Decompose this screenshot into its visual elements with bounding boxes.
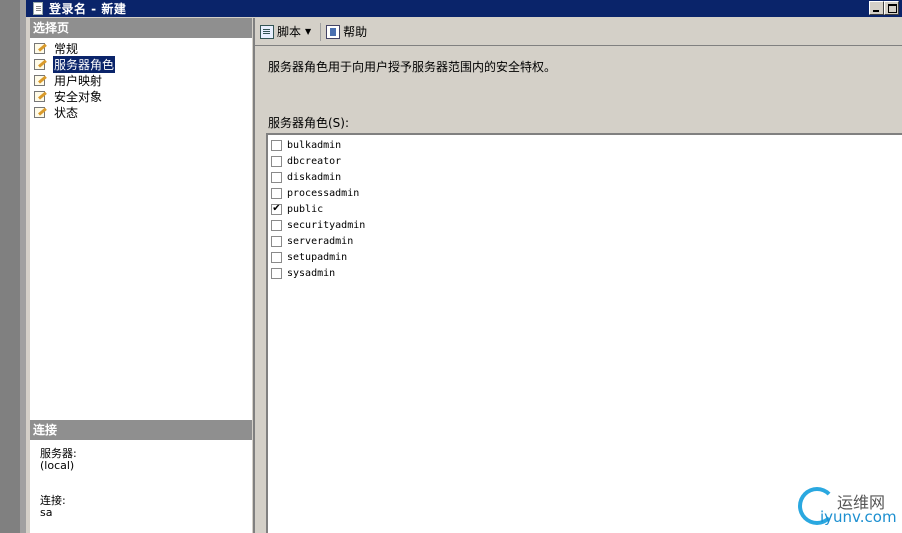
role-row-setupadmin[interactable]: setupadmin bbox=[268, 249, 902, 265]
page-item-label: 状态 bbox=[54, 105, 79, 120]
script-button[interactable]: 脚本 ▼ bbox=[257, 22, 318, 42]
window-title: 登录名 - 新建 bbox=[49, 2, 127, 16]
role-checkbox[interactable] bbox=[271, 155, 282, 167]
minimize-button[interactable] bbox=[869, 1, 884, 15]
connection-info: 服务器: (local) 连接: sa bbox=[30, 440, 252, 533]
role-row-processadmin[interactable]: processadmin bbox=[268, 185, 902, 201]
role-name: serveradmin bbox=[287, 235, 354, 247]
role-row-diskadmin[interactable]: diskadmin bbox=[268, 169, 902, 185]
script-icon bbox=[260, 24, 274, 39]
server-roles-label: 服务器角色(S): bbox=[268, 116, 350, 130]
connection-label: 连接: bbox=[40, 494, 66, 507]
select-page-header: 选择页 bbox=[30, 18, 252, 38]
page-item-user-mapping[interactable]: 用户映射 bbox=[30, 72, 252, 88]
role-name: dbcreator bbox=[287, 155, 342, 167]
role-checkbox[interactable] bbox=[271, 235, 282, 247]
role-checkbox[interactable] bbox=[271, 171, 282, 183]
page-item-general[interactable]: 常规 bbox=[30, 40, 252, 56]
page-item-status[interactable]: 状态 bbox=[30, 104, 252, 120]
watermark-en: iyunv.com bbox=[820, 508, 897, 526]
background-window-edge bbox=[0, 0, 26, 533]
role-row-public[interactable]: ✔ public bbox=[268, 201, 902, 217]
toolbar-separator bbox=[320, 22, 322, 41]
page-icon bbox=[33, 58, 48, 71]
role-name: securityadmin bbox=[287, 219, 366, 231]
connection-header: 连接 bbox=[30, 420, 252, 440]
page-icon bbox=[33, 106, 48, 119]
title-bar: 登录名 - 新建 bbox=[26, 0, 902, 17]
page-item-label: 常规 bbox=[54, 41, 79, 56]
role-name: bulkadmin bbox=[287, 139, 342, 151]
role-checkbox[interactable] bbox=[271, 187, 282, 199]
role-name: diskadmin bbox=[287, 171, 342, 183]
server-roles-list: bulkadmin dbcreator diskadmin processadm… bbox=[266, 133, 902, 533]
role-checkbox[interactable] bbox=[271, 219, 282, 231]
panel-splitter[interactable] bbox=[253, 18, 255, 533]
page-item-label: 用户映射 bbox=[54, 73, 103, 88]
role-row-bulkadmin[interactable]: bulkadmin bbox=[268, 137, 902, 153]
role-checkbox[interactable] bbox=[271, 139, 282, 151]
server-value: (local) bbox=[40, 459, 75, 472]
role-name: setupadmin bbox=[287, 251, 348, 263]
page-icon bbox=[33, 74, 48, 87]
window-icon bbox=[33, 2, 43, 15]
role-name: processadmin bbox=[287, 187, 360, 199]
role-row-dbcreator[interactable]: dbcreator bbox=[268, 153, 902, 169]
chevron-down-icon[interactable]: ▼ bbox=[305, 27, 311, 36]
page-list: 常规 服务器角色 用户映射 安全对象 状态 bbox=[30, 38, 252, 420]
script-label: 脚本 bbox=[277, 25, 302, 39]
role-name: public bbox=[287, 203, 324, 215]
page-item-label: 服务器角色 bbox=[53, 55, 116, 73]
role-row-serveradmin[interactable]: serveradmin bbox=[268, 233, 902, 249]
page-icon bbox=[33, 42, 48, 55]
page-item-server-roles[interactable]: 服务器角色 bbox=[30, 55, 252, 73]
toolbar-divider bbox=[255, 45, 902, 46]
role-row-sysadmin[interactable]: sysadmin bbox=[268, 265, 902, 281]
role-checkbox[interactable] bbox=[271, 251, 282, 263]
role-name: sysadmin bbox=[287, 267, 336, 279]
help-label: 帮助 bbox=[343, 25, 368, 39]
page-description: 服务器角色用于向用户授予服务器范围内的安全特权。 bbox=[268, 60, 557, 74]
page-item-label: 安全对象 bbox=[54, 89, 103, 104]
page-item-securables[interactable]: 安全对象 bbox=[30, 88, 252, 104]
watermark-logo: 运维网 iyunv.com bbox=[798, 485, 902, 530]
toolbar: 脚本 ▼ 帮助 bbox=[255, 18, 902, 45]
help-icon bbox=[326, 24, 341, 39]
role-row-securityadmin[interactable]: securityadmin bbox=[268, 217, 902, 233]
page-icon bbox=[33, 90, 48, 103]
left-panel: 选择页 常规 服务器角色 用户映射 安全对象 状态 连接 服务器: (local… bbox=[28, 18, 253, 533]
role-checkbox-checked[interactable]: ✔ bbox=[271, 203, 282, 215]
role-checkbox[interactable] bbox=[271, 267, 282, 279]
maximize-button[interactable] bbox=[884, 1, 899, 15]
connection-value: sa bbox=[40, 506, 53, 519]
help-button[interactable]: 帮助 bbox=[323, 22, 370, 42]
